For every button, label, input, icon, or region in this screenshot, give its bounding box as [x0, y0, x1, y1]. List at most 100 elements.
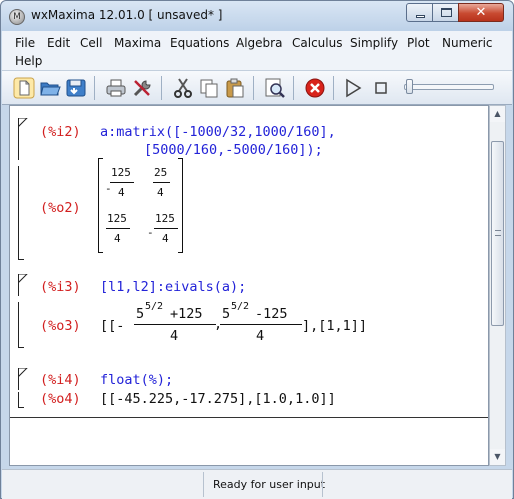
cell-separator-line: [10, 417, 488, 418]
toolbar-separator: [94, 76, 95, 100]
input-label: (%i2): [40, 124, 81, 140]
matrix-numerator: 25: [154, 166, 168, 179]
save-button[interactable]: [65, 77, 87, 99]
minimize-icon: [416, 15, 425, 18]
input-cell-bracket[interactable]: [18, 118, 28, 160]
cell-fold-triangle-icon: [18, 118, 28, 128]
menu-algebra[interactable]: Algebra: [236, 35, 282, 51]
matrix-denominator: 4: [114, 232, 121, 245]
maximize-button[interactable]: [432, 3, 459, 22]
minimize-button[interactable]: [406, 3, 433, 22]
status-pane-left: [4, 472, 204, 497]
cell-fold-triangle-icon: [18, 274, 28, 284]
menu-calculus[interactable]: Calculus: [292, 35, 342, 51]
close-icon: ✕: [475, 5, 487, 20]
new-document-button[interactable]: [13, 77, 35, 99]
status-text: Ready for user input: [213, 478, 326, 491]
output-denominator: 4: [170, 328, 179, 344]
toolbar: [2, 71, 512, 105]
scroll-thumb[interactable]: [491, 141, 504, 326]
application-window: M wxMaxima 12.01.0 [ unsaved* ] ✕ File E…: [0, 0, 514, 499]
matrix-sign: -: [147, 226, 154, 239]
worksheet[interactable]: (%i2) a:matrix([-1000/32,1000/160], [500…: [9, 105, 489, 466]
fraction-bar: [220, 324, 302, 325]
output-numerator-rest: +125: [170, 306, 203, 322]
matrix-left-bracket: [98, 158, 103, 253]
open-button[interactable]: [39, 77, 61, 99]
output-exponent: 5/2: [145, 301, 164, 312]
output-value: [[-45.225,-17.275],[1.0,1.0]]: [100, 391, 336, 407]
vertical-scrollbar[interactable]: ▲ ▼: [489, 105, 506, 466]
configure-button[interactable]: [131, 77, 153, 99]
find-icon: [265, 78, 285, 98]
output-denominator: 4: [256, 328, 265, 344]
fraction-bar: [134, 324, 216, 325]
output-open: [[-: [100, 318, 125, 334]
copy-button[interactable]: [198, 77, 220, 99]
menu-edit[interactable]: Edit: [47, 35, 70, 51]
animation-slider-thumb[interactable]: [406, 79, 413, 94]
status-pane-right: [322, 472, 508, 497]
menu-maxima[interactable]: Maxima: [114, 35, 161, 51]
print-button[interactable]: [105, 77, 127, 99]
title-bar[interactable]: M wxMaxima 12.01.0 [ unsaved* ] ✕: [1, 1, 513, 31]
animation-slider[interactable]: [404, 84, 494, 90]
menu-simplify[interactable]: Simplify: [350, 35, 398, 51]
input-label: (%i4): [40, 372, 81, 388]
menu-numeric[interactable]: Numeric: [442, 35, 493, 51]
status-bar: Ready for user input: [2, 469, 512, 499]
matrix-denominator: 4: [157, 186, 164, 199]
matrix-numerator: 125: [155, 212, 175, 225]
matrix-sign: -: [105, 182, 112, 195]
menu-cell[interactable]: Cell: [80, 35, 102, 51]
output-label: (%o2): [40, 200, 81, 216]
cut-icon: [174, 78, 192, 98]
output-cell-bracket[interactable]: [18, 302, 24, 348]
menu-plot[interactable]: Plot: [407, 35, 430, 51]
matrix-numerator: 125: [107, 212, 127, 225]
open-folder-icon: [40, 82, 61, 96]
matrix-denominator: 4: [162, 232, 169, 245]
fraction-bar: [154, 228, 178, 229]
output-base: 5: [136, 306, 145, 322]
input-cell-bracket[interactable]: [18, 274, 28, 296]
toolbar-separator: [253, 76, 254, 100]
toolbar-separator: [161, 76, 162, 100]
play-button[interactable]: [342, 77, 364, 99]
menu-help[interactable]: Help: [15, 53, 42, 69]
menu-file[interactable]: File: [15, 35, 35, 51]
output-exponent: 5/2: [231, 301, 250, 312]
wxmaxima-app-icon: M: [9, 9, 25, 25]
interrupt-button[interactable]: [304, 77, 326, 99]
matrix-numerator: 125: [111, 166, 131, 179]
fraction-bar: [110, 182, 134, 183]
close-button[interactable]: ✕: [458, 3, 504, 22]
cut-button[interactable]: [172, 77, 194, 99]
fraction-bar: [153, 182, 170, 183]
menu-equations[interactable]: Equations: [170, 35, 229, 51]
output-label: (%o3): [40, 318, 81, 334]
input-code[interactable]: [l1,l2]:eivals(a);: [100, 279, 246, 295]
input-cell-bracket[interactable]: [18, 368, 28, 390]
config-icon: [133, 80, 151, 97]
copy-icon: [200, 79, 218, 98]
interrupt-icon: [305, 78, 325, 98]
input-code[interactable]: a:matrix([-1000/32,1000/160],: [100, 124, 336, 140]
scroll-up-icon[interactable]: ▲: [490, 106, 505, 122]
input-code[interactable]: float(%);: [100, 372, 173, 388]
paste-button[interactable]: [224, 77, 246, 99]
toolbar-separator: [293, 76, 294, 100]
scroll-down-icon[interactable]: ▼: [490, 449, 505, 465]
stop-button[interactable]: [370, 77, 392, 99]
matrix-denominator: 4: [118, 186, 125, 199]
output-cell-bracket[interactable]: [18, 392, 24, 408]
output-close: ],[1,1]]: [302, 318, 368, 334]
window-title: wxMaxima 12.01.0 [ unsaved* ]: [31, 8, 223, 22]
save-icon: [66, 79, 86, 97]
output-cell-bracket[interactable]: [18, 166, 24, 260]
cell-fold-triangle-icon: [18, 368, 28, 378]
new-document-icon: [13, 77, 35, 99]
maximize-icon: [441, 8, 452, 17]
find-button[interactable]: [264, 77, 286, 99]
input-code[interactable]: [5000/160,-5000/160]);: [144, 142, 323, 158]
